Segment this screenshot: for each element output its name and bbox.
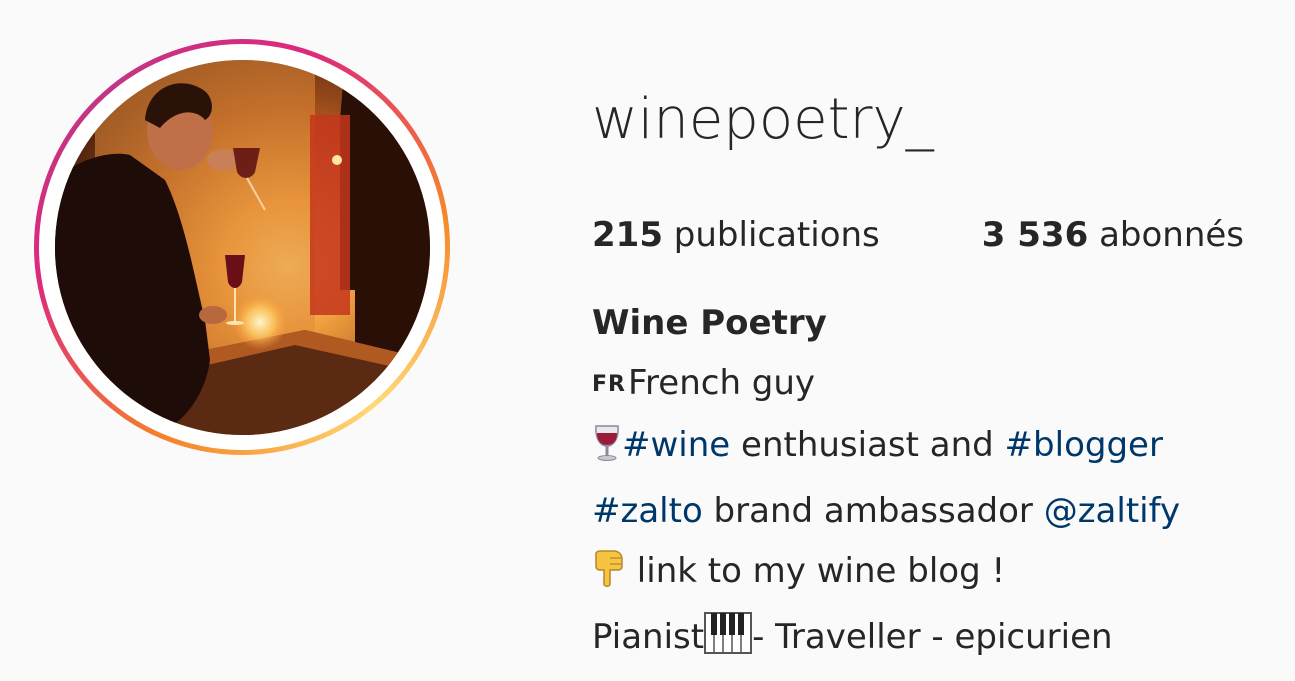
- avatar-border: [39, 44, 445, 450]
- bio-text: French guy: [627, 363, 816, 403]
- hashtag-zalto-link[interactable]: #zalto: [592, 491, 703, 531]
- bio-line-5: Pianist - Traveller - epicurien: [592, 607, 1282, 673]
- mention-zaltify-link[interactable]: @zaltify: [1044, 491, 1180, 531]
- pointing-down-icon: [592, 547, 626, 607]
- flag-fr-icon: FR: [592, 372, 626, 397]
- bio-line-4: link to my wine blog !: [592, 541, 1282, 607]
- posts-number: 215: [592, 215, 663, 255]
- full-name: Wine Poetry: [592, 303, 827, 343]
- hashtag-wine-link[interactable]: #wine: [622, 425, 730, 465]
- wine-glass-emoji-icon: [592, 421, 622, 481]
- bio-text: enthusiast and: [730, 425, 1005, 465]
- bio-line-3: #zalto brand ambassador @zaltify: [592, 481, 1282, 541]
- bio-text: link to my wine blog !: [626, 551, 1006, 591]
- bio-line-1: FRFrench guy: [592, 353, 1282, 415]
- profile-photo: [54, 59, 430, 435]
- bio-line-2: #wine enthusiast and #blogger: [592, 415, 1282, 481]
- bio-text: Pianist: [592, 617, 705, 657]
- posts-count[interactable]: 215 publications: [592, 210, 880, 260]
- avatar[interactable]: [54, 59, 430, 435]
- bio-text: - Traveller - epicurien: [752, 617, 1113, 657]
- hashtag-blogger-link[interactable]: #blogger: [1005, 425, 1163, 465]
- piano-keys-icon: [704, 612, 753, 673]
- profile-info: winepoetry_ 215 publications 3 536 abonn…: [592, 80, 1282, 673]
- story-ring[interactable]: [34, 39, 450, 455]
- followers-number: 3 536: [981, 215, 1089, 255]
- username: winepoetry_: [592, 87, 934, 152]
- bio: Wine Poetry FRFrench guy #wine enthusias…: [592, 293, 1282, 673]
- posts-label: publications: [673, 215, 880, 255]
- bio-text: brand ambassador: [702, 491, 1044, 531]
- followers-count[interactable]: 3 536 abonnés: [982, 210, 1244, 260]
- profile-stats: 215 publications 3 536 abonnés: [592, 210, 1282, 260]
- followers-label: abonnés: [1099, 215, 1245, 255]
- profile-header: winepoetry_ 215 publications 3 536 abonn…: [0, 0, 1295, 681]
